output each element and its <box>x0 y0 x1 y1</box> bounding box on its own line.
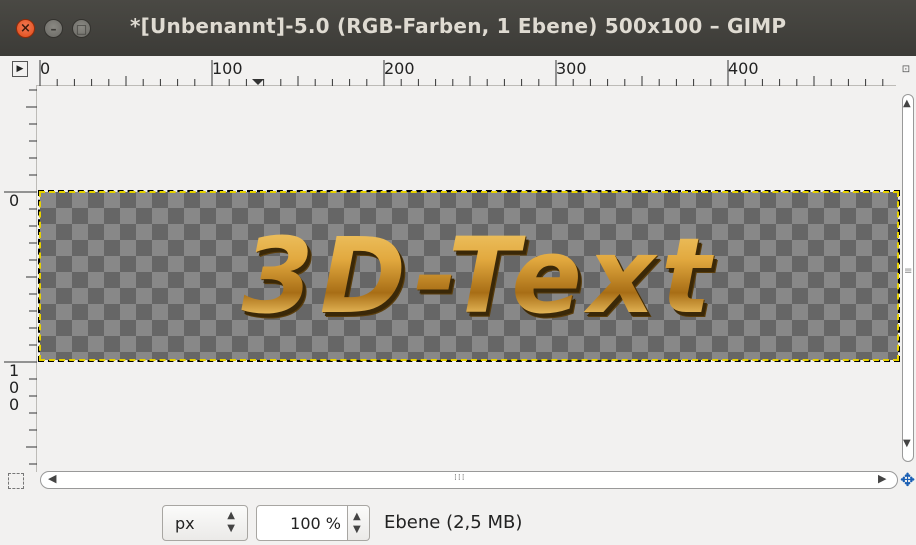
zoom-input[interactable]: 100 % <box>256 505 348 541</box>
close-icon: × <box>20 21 31 36</box>
zoom-fit-button[interactable]: ⊡ <box>898 61 914 77</box>
zoom-dropdown-button[interactable]: ▲ ▼ <box>348 505 370 541</box>
horizontal-scrollbar[interactable]: ◀ ⁞⁞⁞ ▶ <box>40 471 898 491</box>
maximize-icon: □ <box>75 21 88 36</box>
scroll-left-icon[interactable]: ◀ <box>48 472 56 485</box>
close-window-button[interactable]: × <box>16 19 35 38</box>
ruler-label-v0: 0 <box>9 191 20 210</box>
spin-arrows-icon: ▲ ▼ <box>353 511 361 535</box>
minimize-icon: – <box>50 21 57 36</box>
zoom-value: 100 % <box>290 514 341 533</box>
scrollbar-grip-icon: ⁞⁞⁞ <box>454 473 466 483</box>
maximize-window-button[interactable]: □ <box>72 19 91 38</box>
menu-arrow-button[interactable]: ▶ <box>12 61 28 77</box>
horizontal-scrollbar-trough[interactable] <box>40 471 898 489</box>
ruler-label-100: 100 <box>212 59 243 78</box>
zoom-icon: ⊡ <box>901 63 911 75</box>
ruler-label-200: 200 <box>384 59 415 78</box>
play-arrow-icon: ▶ <box>16 64 24 74</box>
minimize-window-button[interactable]: – <box>44 19 63 38</box>
scrollbar-grip-icon: ≡ <box>904 266 913 277</box>
spin-arrows-icon: ▲ ▼ <box>227 510 235 534</box>
vertical-ruler[interactable]: 0 1 0 0 <box>4 86 37 472</box>
image-canvas[interactable]: 3D-Text <box>38 190 900 362</box>
unit-selector[interactable]: px ▲ ▼ <box>162 505 248 541</box>
pointer-marker-icon <box>252 79 264 85</box>
horizontal-ruler[interactable]: 0 100 200 300 400 <box>36 59 896 86</box>
quick-mask-toggle[interactable] <box>8 473 24 489</box>
ruler-label-v3: 0 <box>9 395 20 414</box>
3d-text-layer: 3D-Text <box>40 192 898 360</box>
scroll-up-icon[interactable]: ▲ <box>903 98 911 109</box>
vertical-scrollbar[interactable]: ▲ ≡ ▼ <box>899 88 916 466</box>
horizontal-ruler-ticks <box>39 60 884 86</box>
ruler-label-0: 0 <box>40 59 51 78</box>
scroll-right-icon[interactable]: ▶ <box>878 472 886 485</box>
title-bar: × – □ *[Unbenannt]-5.0 (RGB-Farben, 1 Eb… <box>0 0 916 56</box>
navigate-image-icon[interactable]: ✥ <box>900 470 915 491</box>
layer-status-text: Ebene (2,5 MB) <box>384 512 523 533</box>
ruler-label-300: 300 <box>556 59 587 78</box>
ruler-label-400: 400 <box>728 59 759 78</box>
vertical-scrollbar-trough[interactable] <box>902 94 914 462</box>
scroll-down-icon[interactable]: ▼ <box>903 438 911 449</box>
window-title: *[Unbenannt]-5.0 (RGB-Farben, 1 Ebene) 5… <box>130 14 787 38</box>
unit-value: px <box>175 514 195 533</box>
vertical-ruler-ticks <box>4 89 37 465</box>
